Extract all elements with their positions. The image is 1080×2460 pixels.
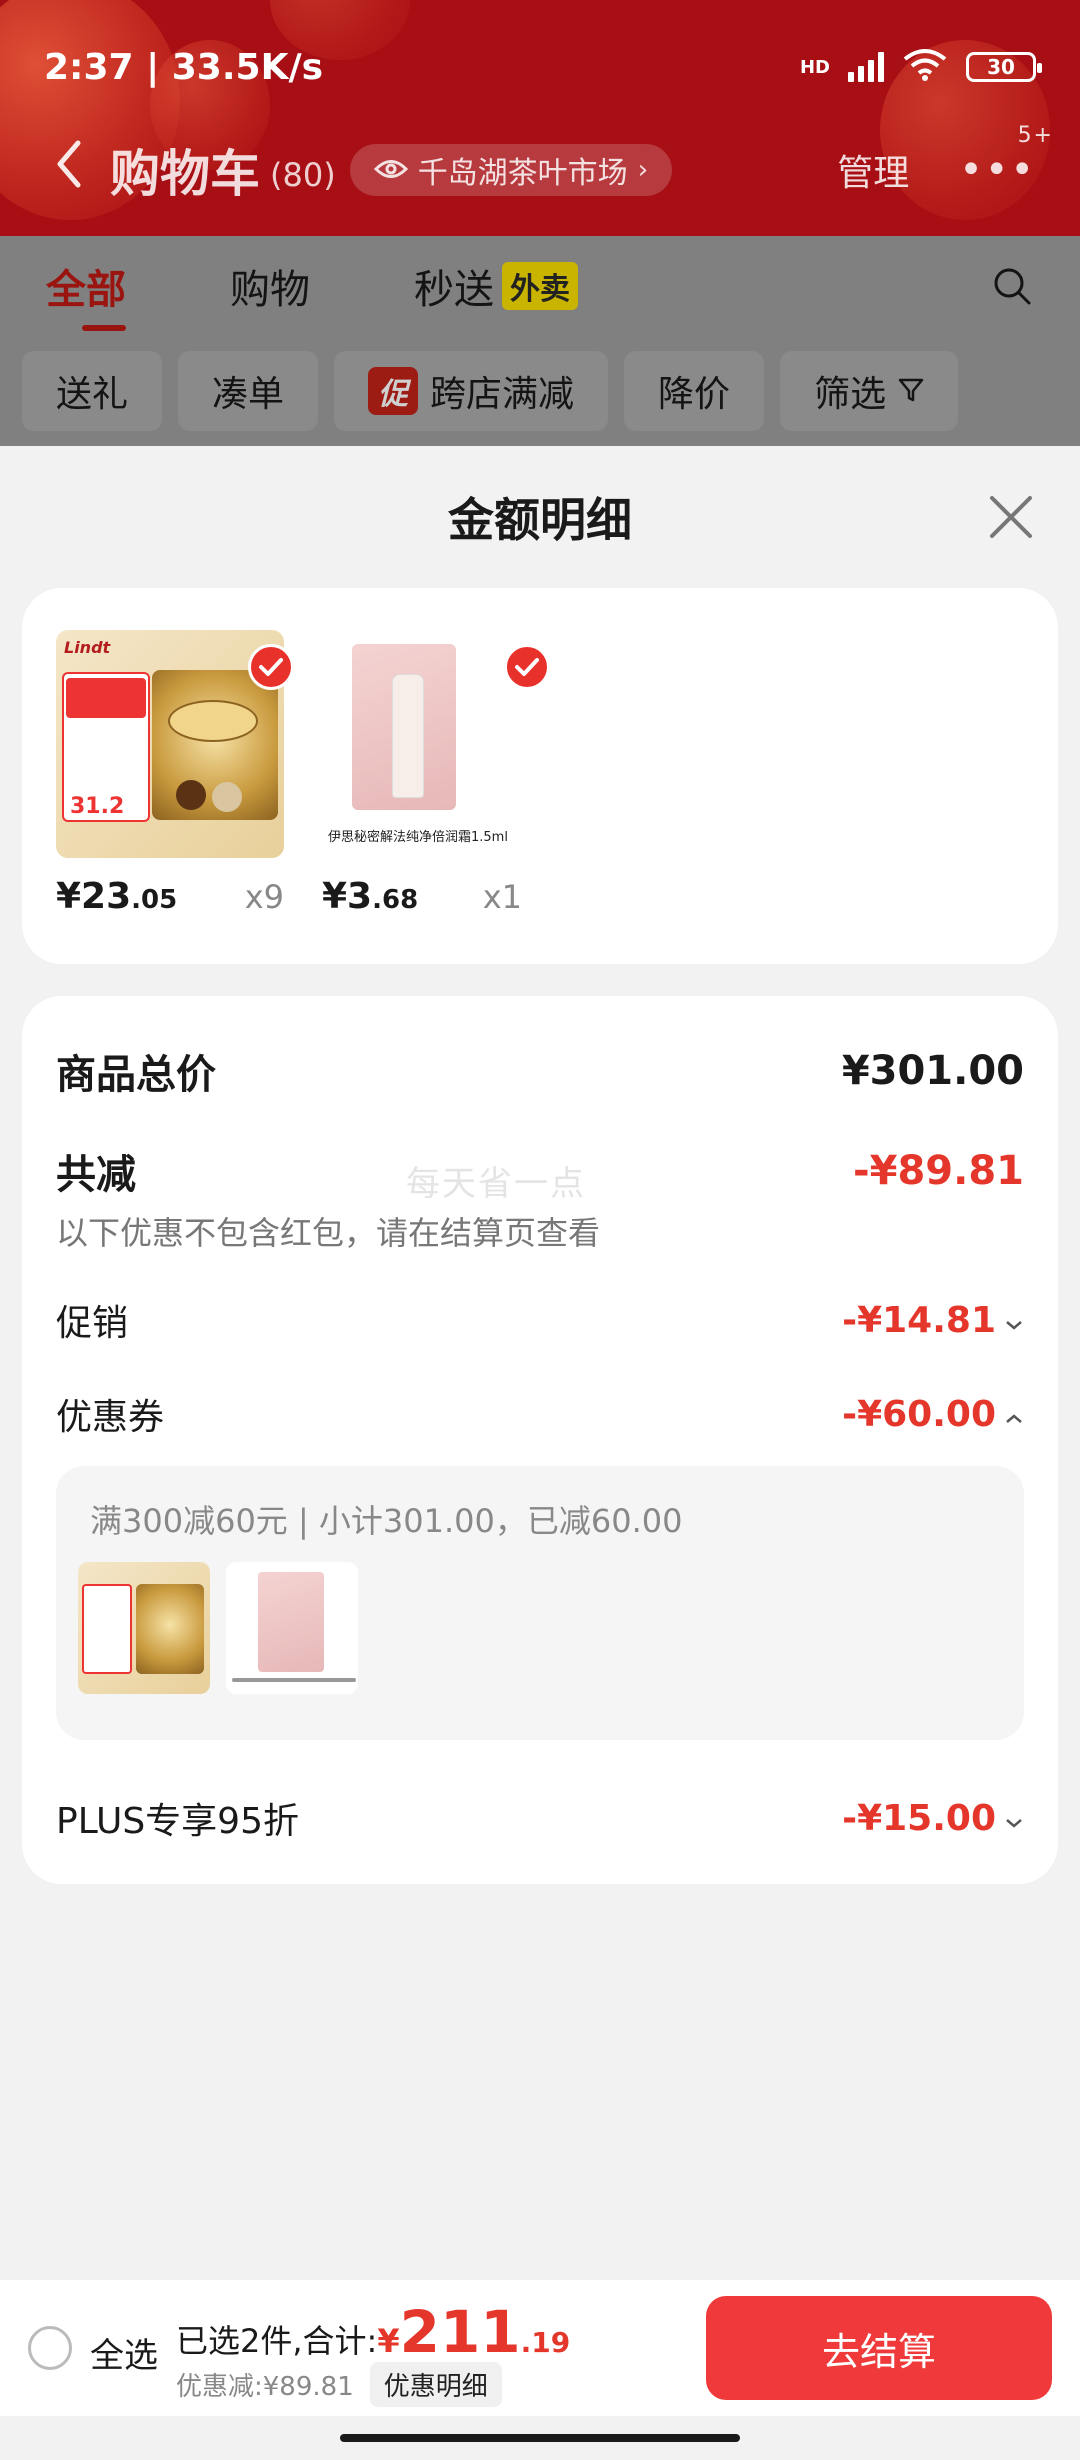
nav-bar: 购物车 (80) 千岛湖茶叶市场 › 管理 ••• 5+ (0, 120, 1080, 220)
coupon-label: 优惠券 (56, 1397, 165, 1438)
chevron-down-icon (1004, 1798, 1024, 1839)
tab-all[interactable]: 全部 (46, 257, 126, 331)
checked-icon[interactable] (248, 644, 294, 690)
chip-filter[interactable]: 筛选 (780, 351, 959, 431)
filter-icon (898, 371, 924, 412)
tab-shopping[interactable]: 购物 (230, 257, 310, 315)
total-label: 商品总价 (56, 1052, 216, 1098)
filter-chips: 送礼 凑单 促跨店满减 降价 筛选 (0, 336, 1080, 446)
total-int: 211 (399, 2298, 521, 2366)
total-value: ¥301.00 (841, 1048, 1024, 1094)
product-price-dec: .05 (131, 885, 178, 915)
coupon-value: -¥60.00 (842, 1393, 996, 1435)
reduce-label: 共减 (56, 1152, 136, 1198)
promo-label: 促销 (56, 1303, 129, 1344)
chip-cross-store-label: 跨店满减 (430, 374, 575, 415)
coupon-detail-text: 满300减60元 | 小计301.00，已减60.00 (90, 1502, 683, 1540)
total-currency: ¥ (377, 2322, 400, 2360)
lindt-logo: Lindt (64, 638, 111, 657)
home-indicator[interactable] (340, 2434, 740, 2442)
reduce-value: -¥89.81 (853, 1148, 1024, 1194)
location-label: 千岛湖茶叶市场 (417, 156, 628, 191)
product-item[interactable]: 伊思秘密解法纯净倍润霜1.5ml ¥3.68 x1 (322, 630, 550, 917)
sheet-title: 金额明细 (448, 493, 632, 547)
chip-bundle-label: 凑单 (212, 374, 285, 415)
amount-detail-sheet: 金额明细 Lindt 31.2 ¥23.05 x9 伊思秘密解法纯净倍润霜1.5… (0, 448, 1080, 2460)
wifi-icon (902, 47, 948, 88)
back-icon[interactable] (54, 138, 84, 203)
chip-price-drop-label: 降价 (658, 374, 731, 415)
battery-level: 30 (987, 55, 1015, 79)
checked-icon[interactable] (504, 644, 550, 690)
promo-row[interactable]: 促销 -¥14.81 (56, 1294, 1024, 1346)
product-price: ¥23.05 (56, 876, 177, 917)
select-all-radio[interactable] (28, 2326, 72, 2370)
product-qty: x9 (244, 878, 284, 916)
chip-bundle[interactable]: 凑单 (178, 351, 319, 431)
total-line: 已选2件,合计: ¥ 211 .19 (176, 2298, 570, 2366)
more-menu-button[interactable]: ••• 5+ (959, 123, 1052, 193)
status-bar: 2:37 | 33.5K/s HD 30 (44, 42, 1042, 92)
discount-detail-button[interactable]: 优惠明细 (369, 2362, 502, 2407)
takeout-tag: 外卖 (502, 262, 578, 310)
eye-icon (373, 153, 408, 188)
chevron-right-icon: › (637, 155, 649, 185)
product-price-int: ¥23 (56, 876, 132, 917)
chevron-down-icon (1004, 1300, 1024, 1341)
checkout-button[interactable]: 去结算 (706, 2296, 1052, 2400)
discount-line: 优惠减:¥89.81 优惠明细 (176, 2362, 502, 2407)
chip-gift[interactable]: 送礼 (22, 351, 163, 431)
plus-value: -¥15.00 (842, 1797, 996, 1839)
product-qty: x1 (482, 878, 522, 916)
hint-text: 以下优惠不包含红包，请在结算页查看 (56, 1214, 601, 1252)
chip-gift-label: 送礼 (56, 374, 129, 415)
status-time: 2:37 | 33.5K/s (44, 46, 324, 88)
coupon-detail-box: 满300减60元 | 小计301.00，已减60.00 (56, 1466, 1024, 1740)
selected-products-card: Lindt 31.2 ¥23.05 x9 伊思秘密解法纯净倍润霜1.5ml ¥3… (22, 588, 1058, 964)
coupon-product-thumb-chocolate (78, 1562, 210, 1694)
location-pill[interactable]: 千岛湖茶叶市场 › (349, 144, 673, 196)
coupon-row[interactable]: 优惠券 -¥60.00 (56, 1388, 1024, 1440)
total-dec: .19 (520, 2326, 571, 2359)
cart-tabs: 全部 购物 秒送 外卖 (0, 236, 1080, 336)
promo-badge: 促 (368, 367, 419, 415)
checkout-bar: 全选 已选2件,合计: ¥ 211 .19 优惠减:¥89.81 优惠明细 去结… (0, 2280, 1080, 2416)
selected-count: 已选2件,合计: (176, 2322, 378, 2360)
hd-indicator: HD (799, 56, 830, 78)
product-price: ¥3.68 (322, 876, 418, 917)
close-icon[interactable] (986, 492, 1036, 542)
product-price-int: ¥3 (322, 876, 373, 917)
manage-button[interactable]: 管理 (837, 144, 909, 196)
price-summary-card: 商品总价 ¥301.00 每天省一点 共减 -¥89.81 以下优惠不包含红包，… (22, 996, 1058, 1884)
tab-shopping-label: 购物 (230, 267, 310, 313)
search-icon[interactable] (992, 266, 1032, 306)
tab-instant[interactable]: 秒送 外卖 (414, 257, 578, 315)
chevron-up-icon (1004, 1394, 1024, 1435)
product-item[interactable]: Lindt 31.2 ¥23.05 x9 (56, 630, 294, 917)
product-name: 伊思秘密解法纯净倍润霜1.5ml (328, 830, 508, 845)
cart-count: (80) (270, 156, 336, 194)
signal-icon (848, 52, 884, 82)
plus-label: PLUS专享95折 (56, 1801, 299, 1842)
battery-icon: 30 (966, 52, 1042, 82)
page-title: 购物车 (110, 145, 260, 203)
discount-text: 优惠减:¥89.81 (176, 2372, 354, 2402)
promo-value: -¥14.81 (842, 1299, 996, 1341)
header: 2:37 | 33.5K/s HD 30 购物车 (80) 千岛湖茶叶市场 › … (0, 0, 1080, 236)
more-badge: 5+ (1017, 123, 1054, 148)
chip-cross-store[interactable]: 促跨店满减 (334, 351, 609, 431)
chip-price-drop[interactable]: 降价 (624, 351, 765, 431)
coupon-product-thumb-cream (226, 1562, 358, 1694)
product-price-dec: .68 (372, 885, 419, 915)
chip-filter-label: 筛选 (814, 374, 887, 415)
select-all-label[interactable]: 全选 (90, 2328, 158, 2377)
plus-row[interactable]: PLUS专享95折 -¥15.00 (56, 1792, 1024, 1844)
tab-instant-label: 秒送 (414, 267, 494, 313)
tab-all-label: 全部 (46, 267, 126, 313)
